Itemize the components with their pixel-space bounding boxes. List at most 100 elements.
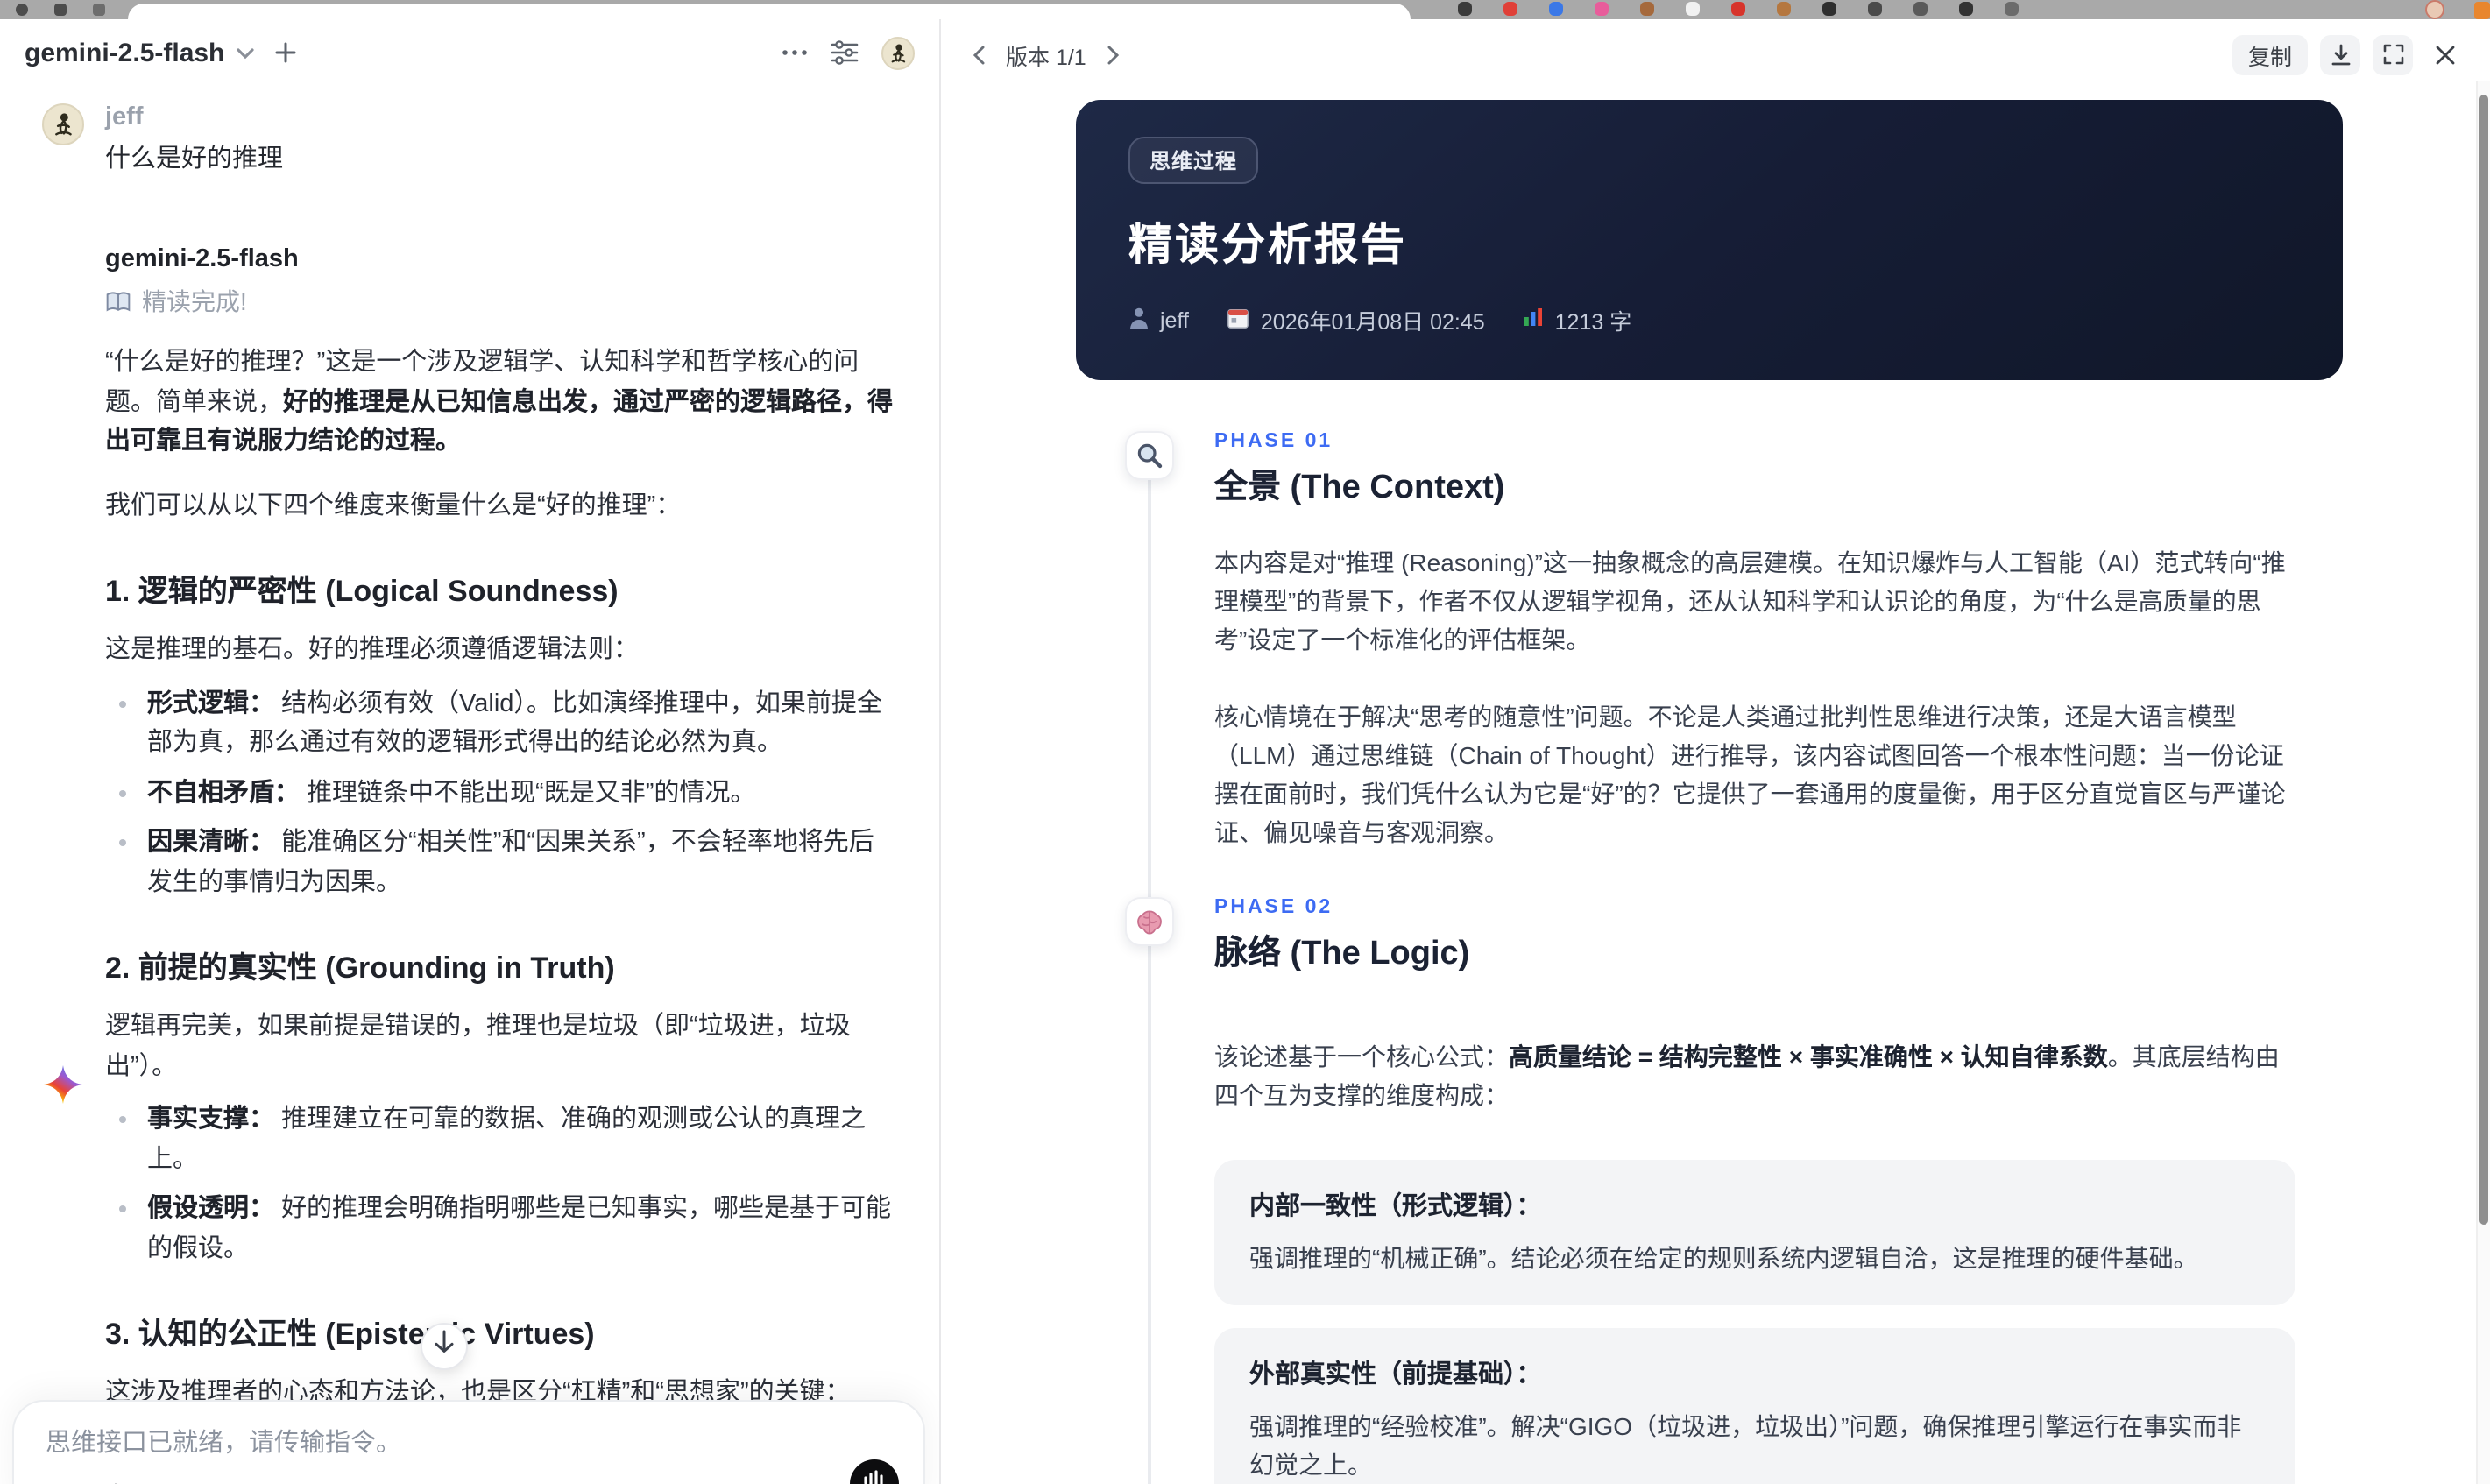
browser-corner-icon[interactable] [2474,2,2490,19]
user-message-text: 什么是好的推理 [105,145,283,173]
phase-label: PHASE 02 [1214,897,1333,918]
card-body: 强调推理的“经验校准”。解决“GIGO（垃圾进，垃圾出）”问题，确保推理引擎运行… [1249,1412,2242,1479]
app-window: gemini-2.5-flash jeff 什么是好的推理 gemini-2.5… [0,19,2490,1484]
expand-button[interactable] [2373,34,2413,74]
list-item: 事实支撑： 推理建立在可靠的数据、准确的观测或公认的真理之上。 [105,1100,894,1179]
browser-profile-avatar[interactable] [2425,0,2444,19]
scroll-to-bottom-button[interactable] [421,1323,468,1370]
next-version-button[interactable] [1097,37,1132,72]
waveform-icon [862,1467,887,1484]
magnifier-icon [1125,431,1174,480]
extension-icon[interactable] [1686,2,1700,16]
new-chat-button[interactable] [275,42,296,63]
phase-label: PHASE 01 [1214,431,1333,452]
list-item: 不自相矛盾： 推理链条中不能出现“既是又非”的情况。 [105,774,894,813]
previous-version-button[interactable] [960,37,995,72]
message-composer[interactable]: 思维接口已就绪，请传输指令。 [12,1400,925,1484]
dimension-card: 外部真实性（前提基础）： 强调推理的“经验校准”。解决“GIGO（垃圾进，垃圾出… [1214,1328,2295,1484]
meta-author: jeff [1128,306,1189,334]
assistant-message-body: “什么是好的推理？”这是一个涉及逻辑学、认知科学和哲学核心的问题。简单来说，好的… [105,343,894,1484]
report-hero-card: 思维过程 精读分析报告 jeff 2026年01月08日 02:45 1213 … [1076,100,2343,380]
phase-paragraph: 核心情境在于解决“思考的随意性”问题。不论是人类通过批判性思维进行决策，还是大语… [1214,703,2286,846]
list-item: 假设透明： 好的推理会明确指明哪些是已知事实，哪些是基于可能的假设。 [105,1190,894,1268]
phase-title: 全景 (The Context) [1214,470,1505,506]
extension-icon[interactable] [1640,2,1654,16]
phase-paragraph: 本内容是对“推理 (Reasoning)”这一抽象概念的高层建模。在知识爆炸与人… [1214,548,2286,654]
artifact-panel: 版本 1/1 复制 思维过程 精读分析报告 jeff 2026年01月08日 0… [943,19,2490,1484]
section-heading: 1. 逻辑的严密性 (Logical Soundness) [105,575,619,608]
user-avatar[interactable] [881,36,915,69]
bullet-list: 形式逻辑： 结构必须有效（Valid）。比如演绎推理中，如果前提全部为真，那么通… [105,684,894,902]
assistant-message: gemini-2.5-flash 精读完成! “什么是好的推理？”这是一个涉及逻… [42,242,894,1484]
assistant-status-text: 精读完成! [142,287,247,315]
download-button[interactable] [2320,34,2360,74]
chat-header: gemini-2.5-flash [0,19,939,86]
phase-section-2: PHASE 02 脉络 (The Logic) 该论述基于一个核心公式：高质量结… [943,897,2476,1484]
browser-tab[interactable] [128,4,1411,19]
browser-chrome-bar [0,0,2490,19]
person-icon [1128,306,1150,334]
extension-icon[interactable] [1959,2,1973,16]
section-heading: 3. 认知的公正性 (Epistemic Virtues) [105,1318,595,1351]
extension-icon[interactable] [2005,2,2019,16]
extension-icon[interactable] [1868,2,1882,16]
apps-icon[interactable] [54,4,67,16]
phase-section-1: PHASE 01 全景 (The Context) 本内容是对“推理 (Reas… [943,431,2476,852]
tab-list-icon[interactable] [93,4,105,16]
card-title: 外部真实性（前提基础）： [1249,1361,1542,1389]
chat-panel: gemini-2.5-flash jeff 什么是好的推理 gemini-2.5… [0,19,941,1484]
extension-icon[interactable] [1822,2,1836,16]
book-icon [105,290,131,313]
close-button[interactable] [2425,34,2465,74]
extension-icon[interactable] [1549,2,1563,16]
section-heading: 2. 前提的真实性 (Grounding in Truth) [105,951,615,985]
arrow-down-icon [433,1330,456,1363]
voice-input-button[interactable] [850,1459,899,1484]
list-item: 因果清晰： 能准确区分“相关性”和“因果关系”，不会轻率地将先后发生的事情归为因… [105,823,894,902]
extension-icon[interactable] [1503,2,1517,16]
calendar-icon [1227,306,1250,334]
list-item: 形式逻辑： 结构必须有效（Valid）。比如演绎推理中，如果前提全部为真，那么通… [105,684,894,763]
chevron-down-icon [237,46,255,59]
assistant-status: 精读完成! [105,284,894,319]
gemini-logo-icon [42,245,84,1484]
report-title: 精读分析报告 [1128,221,1408,270]
message-input[interactable]: 思维接口已就绪，请传输指令。 [46,1426,892,1461]
assistant-name: gemini-2.5-flash [105,245,299,273]
report-meta: jeff 2026年01月08日 02:45 1213 字 [1128,303,2290,336]
session-title: gemini-2.5-flash [25,38,225,67]
brain-icon [1125,897,1174,946]
section-intro: 这是推理的基石。好的推理必须遵循逻辑法则： [105,636,639,664]
extension-icon[interactable] [1458,2,1472,16]
card-body: 强调推理的“机械正确”。结论必须在给定的规则系统内逻辑自洽，这是推理的硬件基础。 [1249,1244,2198,1272]
copy-button[interactable]: 复制 [2232,34,2308,74]
phase-paragraph: 该论述基于一个核心公式：高质量结论 = 结构完整性 × 事实准确性 × 认知自律… [1214,1042,2280,1109]
reload-icon[interactable] [16,4,28,16]
user-message-avatar [42,103,84,145]
version-label: 版本 1/1 [1006,45,1086,69]
meta-date: 2026年01月08日 02:45 [1227,303,1485,336]
meta-word-count: 1213 字 [1524,303,1631,336]
model-settings-button[interactable] [831,40,859,65]
paragraph: 我们可以从以下四个维度来衡量什么是“好的推理”： [105,491,682,519]
phase-title: 脉络 (The Logic) [1214,936,1470,972]
dimension-cards: 内部一致性（形式逻辑）： 强调推理的“机械正确”。结论必须在给定的规则系统内逻辑… [1214,1160,2295,1484]
bar-chart-icon [1524,307,1545,333]
more-button[interactable] [782,49,808,56]
extension-icon[interactable] [1913,2,1928,16]
extension-icon[interactable] [1777,2,1791,16]
session-title-dropdown[interactable]: gemini-2.5-flash [25,38,255,67]
paragraph: “什么是好的推理？”这是一个涉及逻辑学、认知科学和哲学核心的问题。简单来说，好的… [105,349,893,456]
artifact-content[interactable]: 思维过程 精读分析报告 jeff 2026年01月08日 02:45 1213 … [943,89,2476,1484]
chat-scroll-area[interactable]: jeff 什么是好的推理 gemini-2.5-flash 精读完成! “什么是… [0,86,939,1484]
user-name: jeff [105,103,144,131]
dimension-card: 内部一致性（形式逻辑）： 强调推理的“机械正确”。结论必须在给定的规则系统内逻辑… [1214,1160,2295,1305]
artifact-toolbar: 版本 1/1 复制 [943,19,2490,89]
card-title: 内部一致性（形式逻辑）： [1249,1193,1542,1221]
extension-icon[interactable] [1595,2,1609,16]
scrollbar-track[interactable] [2476,81,2490,1484]
report-badge: 思维过程 [1128,137,1259,184]
section-intro: 逻辑再完美，如果前提是错误的，推理也是垃圾（即“垃圾进，垃圾出”）。 [105,1013,851,1080]
extension-icon[interactable] [1731,2,1745,16]
scrollbar-thumb[interactable] [2479,95,2488,1225]
